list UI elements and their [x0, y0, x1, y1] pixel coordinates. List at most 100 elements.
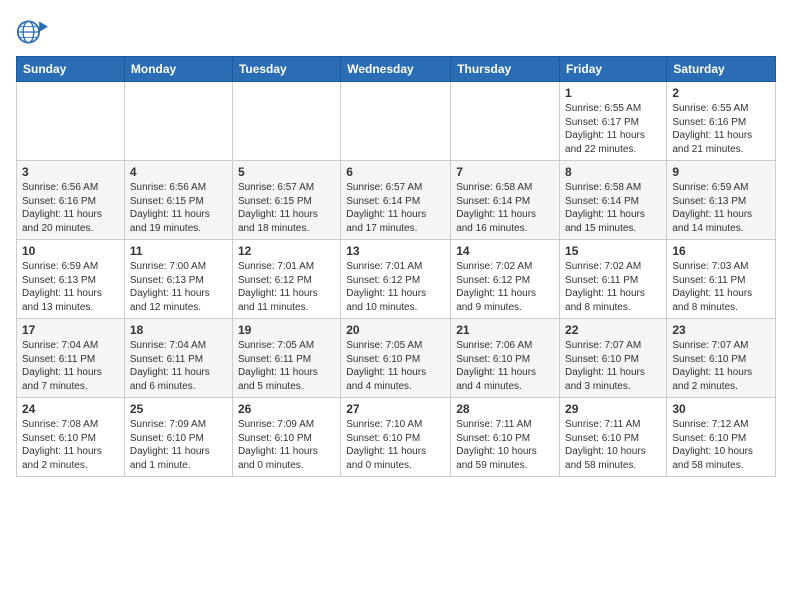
day-header-sunday: Sunday — [17, 57, 125, 82]
calendar-cell: 10 Sunrise: 6:59 AM Sunset: 6:13 PM Dayli… — [17, 240, 125, 319]
calendar-header-row: SundayMondayTuesdayWednesdayThursdayFrid… — [17, 57, 776, 82]
day-number: 22 — [565, 323, 661, 337]
day-header-monday: Monday — [124, 57, 232, 82]
day-number: 7 — [456, 165, 554, 179]
day-number: 11 — [130, 244, 227, 258]
day-number: 10 — [22, 244, 119, 258]
day-info: Sunrise: 6:58 AM Sunset: 6:14 PM Dayligh… — [565, 181, 661, 235]
day-number: 15 — [565, 244, 661, 258]
day-info: Sunrise: 6:57 AM Sunset: 6:15 PM Dayligh… — [238, 181, 335, 235]
calendar-table: SundayMondayTuesdayWednesdayThursdayFrid… — [16, 56, 776, 477]
day-number: 1 — [565, 86, 661, 100]
calendar-cell: 4Sunrise: 6:56 AM Sunset: 6:15 PM Daylig… — [124, 161, 232, 240]
calendar-cell: 29 Sunrise: 7:11 AM Sunset: 6:10 PM Dayli… — [560, 398, 667, 477]
calendar-cell — [341, 82, 451, 161]
calendar-cell: 18 Sunrise: 7:04 AM Sunset: 6:11 PM Dayli… — [124, 319, 232, 398]
day-info: Sunrise: 6:59 AM Sunset: 6:13 PM Dayligh… — [22, 260, 119, 314]
day-number: 3 — [22, 165, 119, 179]
day-header-saturday: Saturday — [667, 57, 776, 82]
calendar-cell: 20 Sunrise: 7:05 AM Sunset: 6:10 PM Dayli… — [341, 319, 451, 398]
day-number: 23 — [672, 323, 770, 337]
calendar-week-row: 1 Sunrise: 6:55 AM Sunset: 6:17 PM Daylig… — [17, 82, 776, 161]
calendar-cell: 16 Sunrise: 7:03 AM Sunset: 6:11 PM Dayli… — [667, 240, 776, 319]
day-number: 26 — [238, 402, 335, 416]
calendar-cell: 6 Sunrise: 6:57 AM Sunset: 6:14 PM Daylig… — [341, 161, 451, 240]
day-header-thursday: Thursday — [451, 57, 560, 82]
calendar-cell: 13 Sunrise: 7:01 AM Sunset: 6:12 PM Dayli… — [341, 240, 451, 319]
day-info: Sunrise: 7:07 AM Sunset: 6:10 PM Dayligh… — [565, 339, 661, 393]
calendar-cell: 30 Sunrise: 7:12 AM Sunset: 6:10 PM Dayli… — [667, 398, 776, 477]
calendar-cell: 9Sunrise: 6:59 AM Sunset: 6:13 PM Daylig… — [667, 161, 776, 240]
calendar-cell: 19Sunrise: 7:05 AM Sunset: 6:11 PM Dayli… — [232, 319, 340, 398]
calendar-cell: 14 Sunrise: 7:02 AM Sunset: 6:12 PM Dayli… — [451, 240, 560, 319]
calendar-cell: 8Sunrise: 6:58 AM Sunset: 6:14 PM Daylig… — [560, 161, 667, 240]
day-info: Sunrise: 7:02 AM Sunset: 6:12 PM Dayligh… — [456, 260, 554, 314]
day-info: Sunrise: 7:10 AM Sunset: 6:10 PM Dayligh… — [346, 418, 445, 472]
calendar-cell: 12 Sunrise: 7:01 AM Sunset: 6:12 PM Dayli… — [232, 240, 340, 319]
logo — [16, 16, 52, 48]
day-info: Sunrise: 7:06 AM Sunset: 6:10 PM Dayligh… — [456, 339, 554, 393]
day-number: 30 — [672, 402, 770, 416]
calendar-cell — [124, 82, 232, 161]
calendar-cell: 5 Sunrise: 6:57 AM Sunset: 6:15 PM Daylig… — [232, 161, 340, 240]
day-number: 18 — [130, 323, 227, 337]
day-info: Sunrise: 6:55 AM Sunset: 6:17 PM Dayligh… — [565, 102, 661, 156]
calendar-cell: 1 Sunrise: 6:55 AM Sunset: 6:17 PM Daylig… — [560, 82, 667, 161]
day-info: Sunrise: 6:56 AM Sunset: 6:15 PM Dayligh… — [130, 181, 227, 235]
calendar-cell: 21 Sunrise: 7:06 AM Sunset: 6:10 PM Dayli… — [451, 319, 560, 398]
day-number: 12 — [238, 244, 335, 258]
day-info: Sunrise: 7:03 AM Sunset: 6:11 PM Dayligh… — [672, 260, 770, 314]
day-number: 21 — [456, 323, 554, 337]
calendar-cell: 24Sunrise: 7:08 AM Sunset: 6:10 PM Dayli… — [17, 398, 125, 477]
calendar-cell: 22 Sunrise: 7:07 AM Sunset: 6:10 PM Dayli… — [560, 319, 667, 398]
calendar-cell — [17, 82, 125, 161]
day-header-tuesday: Tuesday — [232, 57, 340, 82]
day-number: 28 — [456, 402, 554, 416]
day-header-wednesday: Wednesday — [341, 57, 451, 82]
calendar-cell: 11 Sunrise: 7:00 AM Sunset: 6:13 PM Dayli… — [124, 240, 232, 319]
day-number: 29 — [565, 402, 661, 416]
day-info: Sunrise: 7:01 AM Sunset: 6:12 PM Dayligh… — [238, 260, 335, 314]
day-info: Sunrise: 7:04 AM Sunset: 6:11 PM Dayligh… — [22, 339, 119, 393]
day-info: Sunrise: 7:05 AM Sunset: 6:10 PM Dayligh… — [346, 339, 445, 393]
day-info: Sunrise: 6:55 AM Sunset: 6:16 PM Dayligh… — [672, 102, 770, 156]
day-number: 6 — [346, 165, 445, 179]
day-info: Sunrise: 6:58 AM Sunset: 6:14 PM Dayligh… — [456, 181, 554, 235]
day-info: Sunrise: 7:04 AM Sunset: 6:11 PM Dayligh… — [130, 339, 227, 393]
calendar-week-row: 10 Sunrise: 6:59 AM Sunset: 6:13 PM Dayli… — [17, 240, 776, 319]
day-info: Sunrise: 7:12 AM Sunset: 6:10 PM Dayligh… — [672, 418, 770, 472]
day-info: Sunrise: 7:05 AM Sunset: 6:11 PM Dayligh… — [238, 339, 335, 393]
day-info: Sunrise: 7:00 AM Sunset: 6:13 PM Dayligh… — [130, 260, 227, 314]
day-info: Sunrise: 7:07 AM Sunset: 6:10 PM Dayligh… — [672, 339, 770, 393]
day-number: 25 — [130, 402, 227, 416]
day-info: Sunrise: 6:56 AM Sunset: 6:16 PM Dayligh… — [22, 181, 119, 235]
calendar-cell: 26 Sunrise: 7:09 AM Sunset: 6:10 PM Dayli… — [232, 398, 340, 477]
day-number: 2 — [672, 86, 770, 100]
day-info: Sunrise: 6:57 AM Sunset: 6:14 PM Dayligh… — [346, 181, 445, 235]
day-number: 20 — [346, 323, 445, 337]
day-number: 27 — [346, 402, 445, 416]
calendar-week-row: 17 Sunrise: 7:04 AM Sunset: 6:11 PM Dayli… — [17, 319, 776, 398]
day-number: 17 — [22, 323, 119, 337]
day-number: 14 — [456, 244, 554, 258]
day-header-friday: Friday — [560, 57, 667, 82]
day-info: Sunrise: 7:11 AM Sunset: 6:10 PM Dayligh… — [565, 418, 661, 472]
calendar-cell: 15 Sunrise: 7:02 AM Sunset: 6:11 PM Dayli… — [560, 240, 667, 319]
day-info: Sunrise: 7:01 AM Sunset: 6:12 PM Dayligh… — [346, 260, 445, 314]
logo-icon — [16, 16, 48, 48]
calendar-cell: 27 Sunrise: 7:10 AM Sunset: 6:10 PM Dayli… — [341, 398, 451, 477]
day-number: 13 — [346, 244, 445, 258]
day-number: 5 — [238, 165, 335, 179]
day-info: Sunrise: 7:09 AM Sunset: 6:10 PM Dayligh… — [130, 418, 227, 472]
calendar-cell: 7 Sunrise: 6:58 AM Sunset: 6:14 PM Daylig… — [451, 161, 560, 240]
day-info: Sunrise: 7:02 AM Sunset: 6:11 PM Dayligh… — [565, 260, 661, 314]
calendar-cell: 23 Sunrise: 7:07 AM Sunset: 6:10 PM Dayli… — [667, 319, 776, 398]
calendar-cell: 3 Sunrise: 6:56 AM Sunset: 6:16 PM Daylig… — [17, 161, 125, 240]
day-info: Sunrise: 7:09 AM Sunset: 6:10 PM Dayligh… — [238, 418, 335, 472]
calendar-cell: 28Sunrise: 7:11 AM Sunset: 6:10 PM Dayli… — [451, 398, 560, 477]
calendar-week-row: 24Sunrise: 7:08 AM Sunset: 6:10 PM Dayli… — [17, 398, 776, 477]
calendar-cell — [451, 82, 560, 161]
calendar-cell: 25 Sunrise: 7:09 AM Sunset: 6:10 PM Dayli… — [124, 398, 232, 477]
day-number: 16 — [672, 244, 770, 258]
day-info: Sunrise: 7:08 AM Sunset: 6:10 PM Dayligh… — [22, 418, 119, 472]
